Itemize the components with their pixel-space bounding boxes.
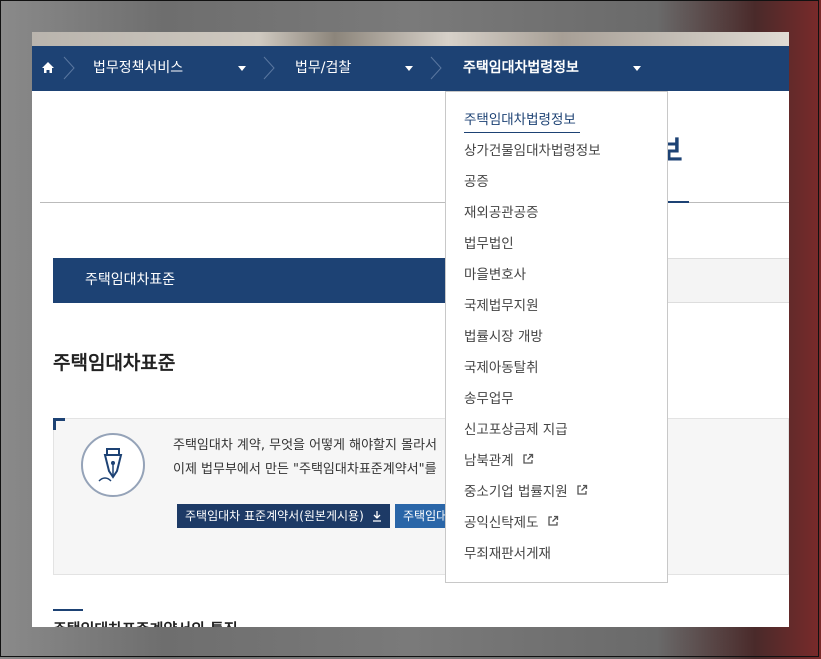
chevron-down-icon[interactable]	[633, 66, 641, 71]
info-text-line-1: 주택임대차 계약, 무엇을 어떻게 해야할지 몰라서	[173, 438, 437, 453]
dropdown-item-label: 남북관계	[464, 453, 514, 469]
nav-item-housing-lease-law[interactable]: 주택임대차법령정보	[463, 46, 579, 91]
download-icon	[373, 511, 381, 522]
external-link-icon	[577, 484, 587, 495]
corner-mark	[53, 418, 65, 430]
dropdown-item-label: 재외공관공증	[464, 205, 539, 221]
dropdown-item-label: 신고포상금제 지급	[464, 422, 568, 438]
dropdown-item-label: 법무법인	[464, 236, 514, 252]
chevron-down-icon[interactable]	[405, 66, 413, 71]
dropdown-item[interactable]: 공익신탁제도	[464, 511, 559, 531]
dropdown-item[interactable]: 국제아동탈취	[464, 356, 539, 376]
download-standard-contract-button[interactable]: 주택임대차 표준계약서(원본게시용)	[177, 504, 390, 528]
dropdown-item-label: 공익신탁제도	[464, 515, 539, 531]
external-link-icon	[547, 515, 558, 526]
chevron-down-icon[interactable]	[238, 66, 246, 71]
dropdown-item[interactable]: 중소기업 법률지원	[464, 480, 588, 500]
dropdown-item-label: 법률시장 개방	[464, 329, 543, 345]
dropdown-item[interactable]: 신고포상금제 지급	[464, 418, 568, 438]
active-item-underline	[464, 132, 580, 133]
dropdown-item-label: 국제법무지원	[464, 298, 539, 314]
dropdown-item[interactable]: 국제법무지원	[464, 294, 539, 314]
dropdown-item[interactable]: 상가건물임대차법령정보	[464, 139, 601, 159]
dropdown-item-label: 송무업무	[464, 391, 514, 407]
breadcrumb-separator-icon	[63, 56, 75, 80]
nav-dropdown-menu: 주택임대차법령정보상가건물임대차법령정보공증재외공관공증법무법인마을변호사국제법…	[445, 91, 668, 583]
info-text-line-2: 이제 법무부에서 만든 "주택임대차표준계약서"를	[173, 462, 437, 477]
subsection-accent	[53, 609, 83, 611]
dropdown-item-label: 마을변호사	[464, 267, 527, 283]
dropdown-item[interactable]: 송무업무	[464, 387, 514, 407]
tab-housing-lease-standard[interactable]: 주택임대차표준	[53, 258, 448, 303]
dropdown-item[interactable]: 공증	[464, 170, 489, 190]
pen-nib-icon	[81, 433, 145, 497]
dropdown-item[interactable]: 무죄재판서게재	[464, 542, 551, 562]
dropdown-item-label: 중소기업 법률지원	[464, 484, 568, 500]
dropdown-item-label: 공증	[464, 174, 489, 190]
dropdown-item[interactable]: 마을변호사	[464, 263, 526, 283]
dropdown-item[interactable]: 법률시장 개방	[464, 325, 543, 345]
external-link-icon	[523, 453, 533, 464]
breadcrumb-separator-icon	[263, 56, 275, 80]
breadcrumb-separator-icon	[430, 56, 442, 80]
dropdown-item[interactable]: 재외공관공증	[464, 201, 539, 221]
dropdown-item-label: 주택임대차법령정보	[464, 112, 576, 128]
dropdown-item[interactable]: 법무법인	[464, 232, 514, 252]
nav-item-justice-prosecution[interactable]: 법무/검찰	[295, 46, 351, 91]
breadcrumb-nav: 법무정책서비스 법무/검찰 주택임대차법령정보	[32, 46, 789, 91]
home-icon[interactable]	[40, 60, 56, 76]
nav-item-policy-services[interactable]: 법무정책서비스	[93, 46, 183, 91]
browser-viewport: 법무정책서비스 법무/검찰 주택임대차법령정보 보 주택임대차표준 주택임대차표…	[32, 46, 789, 627]
dropdown-item[interactable]: 남북관계	[464, 449, 534, 469]
dropdown-item-label: 국제아동탈취	[464, 360, 539, 376]
dropdown-item-label: 상가건물임대차법령정보	[464, 143, 601, 159]
download-button-label: 주택임대차 표준계약서(원본게시용)	[185, 509, 364, 523]
subsection-title: 주택임대차표준계약서의 특징	[53, 618, 238, 627]
dropdown-item-label: 무죄재판서게재	[464, 546, 551, 562]
section-title: 주택임대차표준	[53, 352, 176, 374]
dropdown-item[interactable]: 주택임대차법령정보	[464, 108, 576, 128]
